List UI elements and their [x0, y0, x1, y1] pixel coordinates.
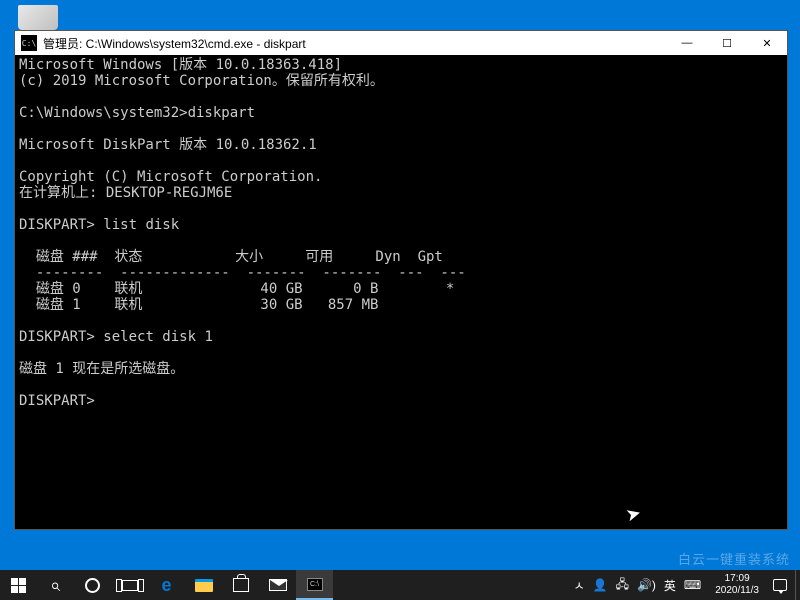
cmd-window: C:\ 管理员: C:\Windows\system32\cmd.exe - d… — [14, 30, 788, 530]
maximize-button[interactable]: ☐ — [707, 31, 747, 55]
time-text: 17:09 — [715, 573, 759, 585]
watermark-text: 白云一键重装系统 — [678, 549, 790, 568]
date-text: 2020/11/3 — [715, 585, 759, 597]
table-row: 磁盘 1 联机 30 GB 857 MB — [19, 297, 378, 313]
edge-icon: e — [161, 575, 171, 596]
window-title: 管理员: C:\Windows\system32\cmd.exe - diskp… — [43, 35, 667, 52]
task-view-button[interactable] — [111, 570, 148, 600]
recycle-bin-icon — [18, 5, 58, 30]
table-divider: -------- ------------- ------- ------- -… — [19, 265, 466, 281]
action-center-button[interactable] — [765, 579, 795, 591]
window-controls: ― ☐ ✕ — [667, 31, 787, 55]
close-button[interactable]: ✕ — [747, 31, 787, 55]
start-button[interactable] — [0, 570, 37, 600]
task-view-icon — [122, 580, 138, 591]
show-desktop-button[interactable] — [795, 570, 800, 600]
notification-icon — [773, 579, 787, 591]
table-row: 磁盘 0 联机 40 GB 0 B * — [19, 281, 454, 297]
cortana-icon — [85, 578, 100, 593]
keyboard-icon[interactable]: ⌨ — [684, 578, 701, 592]
tray-icons: ㅅ 👤 🖧 🔊) 英 ⌨ — [566, 575, 710, 596]
edge-button[interactable]: e — [148, 570, 185, 600]
computer-name: 在计算机上: DESKTOP-REGJM6E — [19, 185, 232, 201]
diskpart-prompt: DISKPART> — [19, 217, 95, 233]
prompt-path: C:\Windows\system32> — [19, 105, 188, 121]
diskpart-version: Microsoft DiskPart 版本 10.0.18362.1 — [19, 137, 317, 153]
cmd-taskbar-button[interactable]: C:\ — [296, 570, 333, 600]
command-select-disk: select disk 1 — [103, 329, 213, 345]
diskpart-prompt: DISKPART> — [19, 329, 95, 345]
cmd-icon: C:\ — [21, 35, 37, 51]
network-icon[interactable]: 🖧 — [616, 575, 629, 596]
system-tray: ㅅ 👤 🖧 🔊) 英 ⌨ 17:09 2020/11/3 — [566, 570, 800, 600]
select-result: 磁盘 1 现在是所选磁盘。 — [19, 361, 184, 377]
ime-lang[interactable]: 英 — [664, 577, 676, 594]
search-button[interactable] — [37, 570, 74, 600]
os-version: Microsoft Windows [版本 10.0.18363.418] — [19, 57, 342, 73]
title-bar[interactable]: C:\ 管理员: C:\Windows\system32\cmd.exe - d… — [15, 31, 787, 55]
terminal-content[interactable]: Microsoft Windows [版本 10.0.18363.418] (c… — [15, 55, 787, 529]
diskpart-copyright: Copyright (C) Microsoft Corporation. — [19, 169, 322, 185]
windows-logo-icon — [11, 578, 26, 593]
cmd-taskbar-icon: C:\ — [307, 578, 323, 591]
command-diskpart: diskpart — [188, 105, 255, 121]
file-explorer-button[interactable] — [185, 570, 222, 600]
cortana-button[interactable] — [74, 570, 111, 600]
diskpart-prompt: DISKPART> — [19, 393, 95, 409]
store-icon — [233, 578, 249, 592]
clock[interactable]: 17:09 2020/11/3 — [709, 573, 765, 597]
mail-button[interactable] — [259, 570, 296, 600]
table-header: 磁盘 ### 状态 大小 可用 Dyn Gpt — [19, 249, 443, 265]
mail-icon — [269, 579, 287, 591]
store-button[interactable] — [222, 570, 259, 600]
command-list-disk: list disk — [103, 217, 179, 233]
sound-icon[interactable]: 🔊) — [637, 578, 656, 592]
tray-chevron-icon[interactable]: ㅅ — [574, 577, 585, 594]
folder-icon — [195, 579, 213, 592]
os-copyright: (c) 2019 Microsoft Corporation。保留所有权利。 — [19, 73, 384, 89]
minimize-button[interactable]: ― — [667, 31, 707, 55]
people-icon[interactable]: 👤 — [593, 578, 608, 592]
